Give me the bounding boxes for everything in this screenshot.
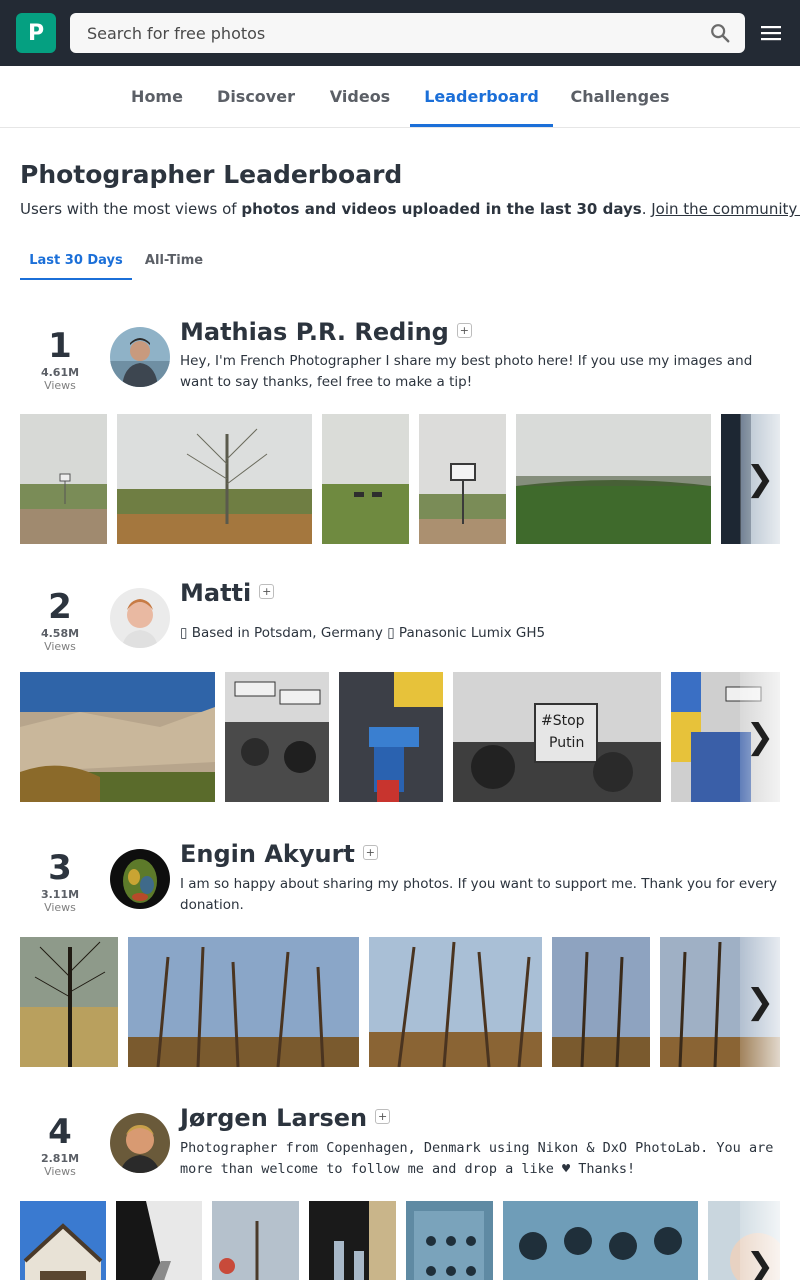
hamburger-menu-icon[interactable] (760, 22, 782, 44)
photographer-name[interactable]: Matti + (180, 579, 275, 607)
photographer-name[interactable]: Engin Akyurt + (180, 840, 378, 868)
follow-button[interactable]: + (362, 845, 378, 860)
photographer-bio: ▯ Based in Potsdam, Germany ▯ Panasonic … (180, 625, 546, 641)
photographer-name[interactable]: Mathias P.R. Reding + (180, 318, 472, 346)
nav-active-indicator (410, 124, 553, 127)
photographer-bio: I am so happy about sharing my photos. I… (180, 876, 778, 913)
name-text[interactable]: Matti (180, 579, 251, 607)
photo-thumbnail[interactable] (20, 1201, 106, 1280)
views-label: Views (44, 1165, 76, 1178)
photo-thumbnail[interactable] (516, 414, 711, 544)
svg-text:#Stop: #Stop (541, 713, 585, 729)
join-community-link[interactable]: Join the community → (651, 200, 800, 218)
view-count: 2.81M (40, 1152, 80, 1165)
photo-thumbnail[interactable] (552, 937, 650, 1067)
photo-thumbnail[interactable] (20, 937, 118, 1067)
rank-number: 2 (48, 587, 72, 627)
rank-number: 4 (48, 1112, 72, 1152)
rank-number: 1 (48, 326, 72, 366)
name-text[interactable]: Engin Akyurt (180, 840, 355, 868)
rank-block: 1 4.61M Views (20, 326, 100, 392)
photo-thumbnail[interactable] (503, 1201, 698, 1280)
photo-thumbnail[interactable] (116, 1201, 202, 1280)
page-title: Photographer Leaderboard (20, 160, 403, 189)
next-arrow-icon[interactable]: ❯ (740, 1201, 780, 1280)
photo-strip: #Stop Putin ❯ (20, 672, 780, 802)
avatar[interactable] (110, 588, 170, 648)
search-icon[interactable] (709, 22, 731, 44)
photo-thumbnail[interactable] (322, 414, 409, 544)
pexels-logo[interactable]: P (16, 13, 56, 53)
photo-thumbnail[interactable] (117, 414, 312, 544)
follow-button[interactable]: + (375, 1109, 391, 1124)
nav-videos[interactable]: Videos (316, 66, 404, 128)
name-text[interactable]: Mathias P.R. Reding (180, 318, 449, 346)
next-arrow-icon[interactable]: ❯ (740, 414, 780, 544)
rank-block: 3 3.11M Views (20, 848, 100, 914)
tab-all-time[interactable]: All-Time (138, 246, 210, 280)
subtitle-emphasis: photos and videos uploaded in the last 3… (241, 200, 642, 218)
photo-thumbnail[interactable] (128, 937, 359, 1067)
subtitle-text: Users with the most views of (20, 200, 242, 218)
photo-thumbnail[interactable] (212, 1201, 299, 1280)
photo-thumbnail[interactable]: #Stop Putin (453, 672, 661, 802)
search-input[interactable] (70, 13, 690, 53)
photo-strip: ❯ (20, 937, 780, 1067)
nav-home[interactable]: Home (118, 66, 196, 128)
photographer-name[interactable]: Jørgen Larsen + (180, 1104, 391, 1132)
next-arrow-icon[interactable]: ❯ (740, 937, 780, 1067)
follow-button[interactable]: + (456, 323, 472, 338)
main-nav: Home Discover Videos Leaderboard Challen… (0, 66, 800, 128)
page-subtitle: Users with the most views of photos and … (20, 200, 800, 218)
views-label: Views (44, 901, 76, 914)
top-bar: P (0, 0, 800, 66)
views-label: Views (44, 379, 76, 392)
photo-thumbnail[interactable] (406, 1201, 493, 1280)
photographer-bio: Hey, I'm French Photographer I share my … (180, 353, 753, 390)
nav-leaderboard[interactable]: Leaderboard (410, 66, 553, 128)
avatar[interactable] (110, 327, 170, 387)
search-bar (70, 13, 745, 53)
photo-thumbnail[interactable] (309, 1201, 396, 1280)
rank-block: 2 4.58M Views (20, 587, 100, 653)
subtitle-period: . (641, 200, 652, 218)
avatar[interactable] (110, 849, 170, 909)
rank-number: 3 (48, 848, 72, 888)
name-text[interactable]: Jørgen Larsen (180, 1104, 367, 1132)
view-count: 4.58M (40, 627, 80, 640)
views-label: Views (44, 640, 76, 653)
photo-thumbnail[interactable] (419, 414, 506, 544)
follow-button[interactable]: + (259, 584, 275, 599)
nav-challenges[interactable]: Challenges (560, 66, 680, 128)
view-count: 3.11M (40, 888, 80, 901)
photographer-bio: Photographer from Copenhagen, Denmark us… (180, 1140, 774, 1177)
photo-thumbnail[interactable] (369, 937, 542, 1067)
rank-block: 4 2.81M Views (20, 1112, 100, 1178)
photo-thumbnail[interactable] (20, 672, 215, 802)
avatar[interactable] (110, 1113, 170, 1173)
svg-text:Putin: Putin (549, 735, 584, 751)
photo-strip: ❯ (20, 1201, 780, 1280)
view-count: 4.61M (40, 366, 80, 379)
photo-thumbnail[interactable] (225, 672, 329, 802)
next-arrow-icon[interactable]: ❯ (740, 672, 780, 802)
photo-thumbnail[interactable] (339, 672, 443, 802)
nav-discover[interactable]: Discover (206, 66, 306, 128)
photo-strip: ❯ (20, 414, 780, 544)
tab-last-30-days[interactable]: Last 30 Days (20, 246, 132, 280)
photo-thumbnail[interactable] (20, 414, 107, 544)
